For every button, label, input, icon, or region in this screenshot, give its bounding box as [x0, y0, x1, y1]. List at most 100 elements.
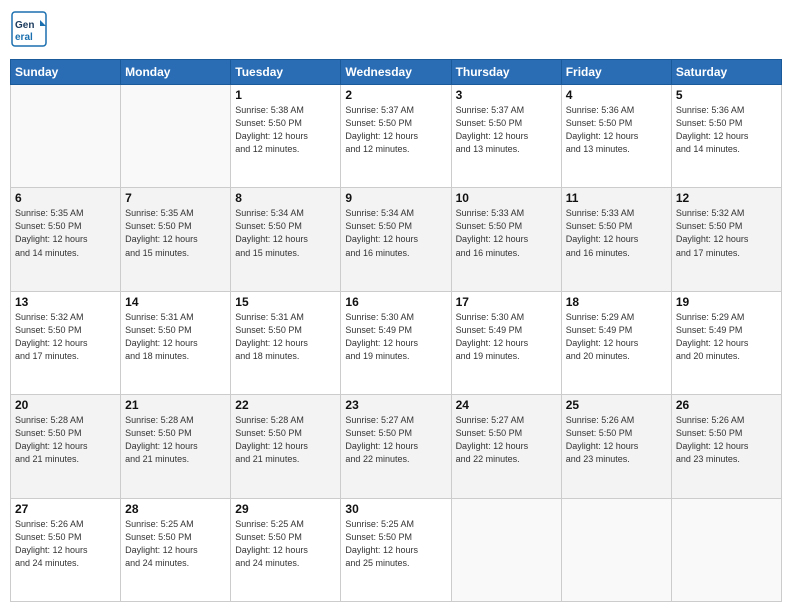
day-info: Sunrise: 5:28 AMSunset: 5:50 PMDaylight:… — [235, 414, 336, 466]
day-number: 12 — [676, 191, 777, 205]
day-info: Sunrise: 5:27 AMSunset: 5:50 PMDaylight:… — [456, 414, 557, 466]
calendar-cell: 18 Sunrise: 5:29 AMSunset: 5:49 PMDayligh… — [561, 291, 671, 394]
calendar-cell: 15 Sunrise: 5:31 AMSunset: 5:50 PMDayligh… — [231, 291, 341, 394]
day-number: 15 — [235, 295, 336, 309]
day-number: 17 — [456, 295, 557, 309]
day-info: Sunrise: 5:26 AMSunset: 5:50 PMDaylight:… — [566, 414, 667, 466]
calendar-cell: 23Sunrise: 5:27 AMSunset: 5:50 PMDayligh… — [341, 395, 451, 498]
day-info: Sunrise: 5:37 AMSunset: 5:50 PMDaylight:… — [456, 104, 557, 156]
calendar-cell: 30Sunrise: 5:25 AMSunset: 5:50 PMDayligh… — [341, 498, 451, 601]
day-number: 1 — [235, 88, 336, 102]
day-info: Sunrise: 5:28 AMSunset: 5:50 PMDaylight:… — [125, 414, 226, 466]
calendar-cell: 14 Sunrise: 5:31 AMSunset: 5:50 PMDayligh… — [121, 291, 231, 394]
calendar-cell: 16 Sunrise: 5:30 AMSunset: 5:49 PMDayligh… — [341, 291, 451, 394]
calendar-cell: 7 Sunrise: 5:35 AMSunset: 5:50 PMDaylight… — [121, 188, 231, 291]
day-info: Sunrise: 5:29 AMSunset: 5:49 PMDaylight:… — [676, 311, 777, 363]
day-number: 13 — [15, 295, 116, 309]
day-number: 25 — [566, 398, 667, 412]
day-info: Sunrise: 5:29 AMSunset: 5:49 PMDaylight:… — [566, 311, 667, 363]
calendar-cell: 19 Sunrise: 5:29 AMSunset: 5:49 PMDayligh… — [671, 291, 781, 394]
calendar-cell: 26Sunrise: 5:26 AMSunset: 5:50 PMDayligh… — [671, 395, 781, 498]
day-info: Sunrise: 5:34 AMSunset: 5:50 PMDaylight:… — [235, 207, 336, 259]
calendar-cell: 29 Sunrise: 5:25 AMSunset: 5:50 PMDayligh… — [231, 498, 341, 601]
day-info: Sunrise: 5:36 AMSunset: 5:50 PMDaylight:… — [676, 104, 777, 156]
svg-text:eral: eral — [15, 32, 33, 43]
day-info: Sunrise: 5:25 AMSunset: 5:50 PMDaylight:… — [125, 518, 226, 570]
day-number: 19 — [676, 295, 777, 309]
day-info: Sunrise: 5:31 AMSunset: 5:50 PMDaylight:… — [125, 311, 226, 363]
header-day-wednesday: Wednesday — [341, 60, 451, 85]
calendar-cell: 3 Sunrise: 5:37 AMSunset: 5:50 PMDaylight… — [451, 85, 561, 188]
day-number: 2 — [345, 88, 446, 102]
day-info: Sunrise: 5:35 AMSunset: 5:50 PMDaylight:… — [125, 207, 226, 259]
day-number: 6 — [15, 191, 116, 205]
svg-text:Gen: Gen — [15, 20, 34, 31]
header-day-monday: Monday — [121, 60, 231, 85]
calendar-header-row: SundayMondayTuesdayWednesdayThursdayFrid… — [11, 60, 782, 85]
day-number: 9 — [345, 191, 446, 205]
header-day-friday: Friday — [561, 60, 671, 85]
header-day-thursday: Thursday — [451, 60, 561, 85]
day-number: 29 — [235, 502, 336, 516]
day-number: 3 — [456, 88, 557, 102]
day-number: 18 — [566, 295, 667, 309]
calendar-cell: 10 Sunrise: 5:33 AMSunset: 5:50 PMDayligh… — [451, 188, 561, 291]
day-number: 7 — [125, 191, 226, 205]
calendar-cell: 6 Sunrise: 5:35 AMSunset: 5:50 PMDaylight… — [11, 188, 121, 291]
calendar-week-1: 1Sunrise: 5:38 AMSunset: 5:50 PMDaylight… — [11, 85, 782, 188]
day-number: 27 — [15, 502, 116, 516]
calendar-cell: 22 Sunrise: 5:28 AMSunset: 5:50 PMDayligh… — [231, 395, 341, 498]
day-info: Sunrise: 5:30 AMSunset: 5:49 PMDaylight:… — [456, 311, 557, 363]
day-number: 30 — [345, 502, 446, 516]
calendar-cell: 20Sunrise: 5:28 AMSunset: 5:50 PMDayligh… — [11, 395, 121, 498]
calendar-cell — [11, 85, 121, 188]
day-number: 21 — [125, 398, 226, 412]
day-info: Sunrise: 5:32 AMSunset: 5:50 PMDaylight:… — [676, 207, 777, 259]
day-info: Sunrise: 5:30 AMSunset: 5:49 PMDaylight:… — [345, 311, 446, 363]
calendar-cell — [451, 498, 561, 601]
day-number: 22 — [235, 398, 336, 412]
calendar-cell: 2 Sunrise: 5:37 AMSunset: 5:50 PMDaylight… — [341, 85, 451, 188]
logo-icon: Gen eral — [10, 10, 48, 48]
day-info: Sunrise: 5:37 AMSunset: 5:50 PMDaylight:… — [345, 104, 446, 156]
calendar-week-2: 6 Sunrise: 5:35 AMSunset: 5:50 PMDaylight… — [11, 188, 782, 291]
day-info: Sunrise: 5:25 AMSunset: 5:50 PMDaylight:… — [235, 518, 336, 570]
calendar-cell: 25 Sunrise: 5:26 AMSunset: 5:50 PMDayligh… — [561, 395, 671, 498]
day-number: 14 — [125, 295, 226, 309]
calendar-cell — [561, 498, 671, 601]
day-number: 23 — [345, 398, 446, 412]
day-number: 16 — [345, 295, 446, 309]
header-day-sunday: Sunday — [11, 60, 121, 85]
page: Gen eral SundayMondayTuesdayWednesdayThu… — [0, 0, 792, 612]
calendar-cell: 11 Sunrise: 5:33 AMSunset: 5:50 PMDayligh… — [561, 188, 671, 291]
day-number: 8 — [235, 191, 336, 205]
calendar-cell: 4 Sunrise: 5:36 AMSunset: 5:50 PMDaylight… — [561, 85, 671, 188]
calendar-cell — [121, 85, 231, 188]
calendar-cell — [671, 498, 781, 601]
calendar-week-5: 27Sunrise: 5:26 AMSunset: 5:50 PMDayligh… — [11, 498, 782, 601]
calendar-week-4: 20Sunrise: 5:28 AMSunset: 5:50 PMDayligh… — [11, 395, 782, 498]
day-number: 11 — [566, 191, 667, 205]
day-info: Sunrise: 5:33 AMSunset: 5:50 PMDaylight:… — [456, 207, 557, 259]
day-info: Sunrise: 5:34 AMSunset: 5:50 PMDaylight:… — [345, 207, 446, 259]
header-day-tuesday: Tuesday — [231, 60, 341, 85]
day-number: 10 — [456, 191, 557, 205]
day-info: Sunrise: 5:36 AMSunset: 5:50 PMDaylight:… — [566, 104, 667, 156]
calendar-cell: 1Sunrise: 5:38 AMSunset: 5:50 PMDaylight… — [231, 85, 341, 188]
day-number: 24 — [456, 398, 557, 412]
day-info: Sunrise: 5:33 AMSunset: 5:50 PMDaylight:… — [566, 207, 667, 259]
day-info: Sunrise: 5:26 AMSunset: 5:50 PMDaylight:… — [676, 414, 777, 466]
calendar-cell: 21 Sunrise: 5:28 AMSunset: 5:50 PMDayligh… — [121, 395, 231, 498]
day-info: Sunrise: 5:35 AMSunset: 5:50 PMDaylight:… — [15, 207, 116, 259]
calendar-cell: 28 Sunrise: 5:25 AMSunset: 5:50 PMDayligh… — [121, 498, 231, 601]
calendar-week-3: 13 Sunrise: 5:32 AMSunset: 5:50 PMDayligh… — [11, 291, 782, 394]
day-info: Sunrise: 5:28 AMSunset: 5:50 PMDaylight:… — [15, 414, 116, 466]
calendar-cell: 17 Sunrise: 5:30 AMSunset: 5:49 PMDayligh… — [451, 291, 561, 394]
calendar-cell: 5Sunrise: 5:36 AMSunset: 5:50 PMDaylight… — [671, 85, 781, 188]
day-info: Sunrise: 5:32 AMSunset: 5:50 PMDaylight:… — [15, 311, 116, 363]
header-day-saturday: Saturday — [671, 60, 781, 85]
day-number: 4 — [566, 88, 667, 102]
calendar-cell: 8 Sunrise: 5:34 AMSunset: 5:50 PMDaylight… — [231, 188, 341, 291]
day-info: Sunrise: 5:31 AMSunset: 5:50 PMDaylight:… — [235, 311, 336, 363]
day-number: 28 — [125, 502, 226, 516]
